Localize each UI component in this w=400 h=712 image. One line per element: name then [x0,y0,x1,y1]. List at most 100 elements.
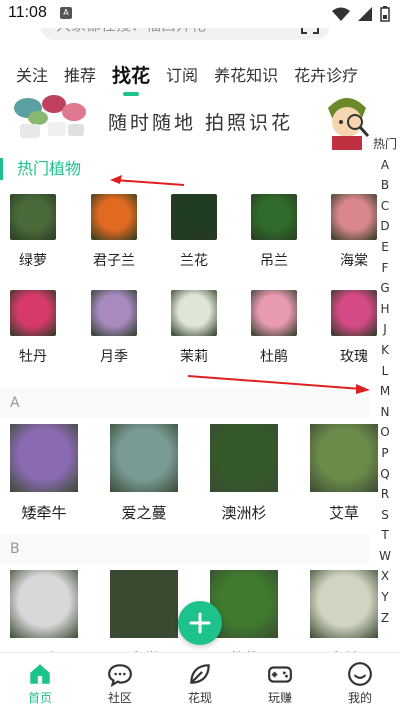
index-letter[interactable]: Q [380,464,389,485]
hot-plants-title: 热门植物 [0,158,81,180]
index-letter[interactable]: D [380,216,389,237]
annotation-arrow-2 [187,375,370,394]
banner-slogan: 随时随地 拍照识花 [108,112,294,134]
plant-item[interactable]: 爱之蔓 [110,424,178,523]
plant-name: 茉莉 [180,349,208,365]
plant-name: 绿萝 [19,253,47,269]
plant-name: 艾草 [328,504,359,522]
index-letter[interactable]: M [380,381,390,402]
gamepad-icon [268,666,292,683]
nav-gamepad[interactable]: 玩赚 [240,653,320,712]
index-letter[interactable]: Z [381,608,389,629]
plant-thumbnail [251,290,297,336]
hot-plant-item[interactable]: 月季 [91,290,137,366]
wifi-icon [332,7,350,21]
plant-name: 杜鹃 [260,349,288,365]
status-bar-top: 11:08 A [0,0,400,28]
hot-plant-item[interactable]: 牡丹 [10,290,56,366]
index-letter[interactable]: W [379,546,391,567]
succulent-illustration [14,95,86,138]
leaf-icon [190,664,210,684]
index-letter[interactable]: O [380,422,389,443]
index-letter[interactable]: F [382,258,389,279]
index-letter[interactable]: S [381,505,389,526]
index-letter[interactable]: Y [381,587,388,608]
plant-name: 矮牵牛 [21,504,67,522]
nav-home[interactable]: 首页 [0,653,80,712]
nav-label: 花现 [187,691,212,705]
tab-0[interactable]: 关注 [16,62,48,86]
nav-leaf[interactable]: 花现 [160,653,240,712]
index-letter[interactable]: H [380,299,389,320]
plant-thumbnail [10,570,78,638]
category-tabs: 关注 推荐 找花 订阅 养花知识 花卉诊疗 [0,58,400,96]
nav-label: 我的 [347,691,372,705]
plant-name: 兰花 [180,253,208,269]
battery-icon [380,6,390,22]
home-icon [30,664,50,684]
index-letter[interactable]: B [381,175,389,196]
plant-thumbnail [110,424,178,492]
status-time: 11:08 [8,4,47,21]
index-letter[interactable]: 热门 [373,134,397,155]
index-letter[interactable]: E [381,237,389,258]
smile-icon [348,662,372,686]
plus-icon [189,612,211,634]
plant-thumbnail [110,570,178,638]
hot-plant-item[interactable]: 兰花 [171,194,217,270]
index-letter[interactable]: P [381,443,388,464]
bottom-nav: 首页 社区 花现 玩赚 我的 [0,652,400,712]
plant-thumbnail [10,424,78,492]
plant-item[interactable]: 澳洲杉 [210,424,278,523]
plant-thumbnail [10,290,56,336]
nav-smile[interactable]: 我的 [320,653,400,712]
sim-icon: A [60,7,72,19]
index-letter[interactable]: K [381,340,389,361]
section-header: B [0,534,370,564]
index-letter[interactable]: G [380,278,389,299]
plant-name: 吊兰 [260,253,288,269]
index-letter[interactable]: R [381,484,389,505]
index-letter[interactable]: A [381,155,389,176]
plant-item[interactable]: 矮牵牛 [10,424,78,523]
add-post-button[interactable] [178,601,222,645]
status-icons [332,6,390,22]
plant-thumbnail [210,424,278,492]
plant-thumbnail [171,290,217,336]
index-letter[interactable]: T [381,525,388,546]
tab-2[interactable]: 找花 [112,61,150,96]
index-letter[interactable]: N [381,402,390,423]
plant-thumbnail [171,194,217,240]
nav-label: 社区 [107,691,132,705]
plant-name: 君子兰 [93,253,135,269]
hot-plant-item[interactable]: 君子兰 [91,194,137,270]
tab-4[interactable]: 养花知识 [214,62,278,86]
mascot-illustration [328,98,370,150]
index-letter[interactable]: J [383,319,387,340]
nav-label: 玩赚 [267,691,292,705]
chat-icon [108,664,132,687]
tab-1[interactable]: 推荐 [64,62,96,86]
plant-name: 爱之蔓 [121,504,167,522]
plant-thumbnail [310,424,378,492]
hot-plant-item[interactable]: 绿萝 [10,194,56,270]
plant-name: 月季 [100,349,128,365]
alphabet-index[interactable]: 热门 A B C D E F G H J K L M N O P Q R S T W X Y Z [370,134,400,628]
hot-plant-item[interactable]: 茉莉 [171,290,217,366]
tab-3[interactable]: 订阅 [166,62,198,86]
plant-item[interactable]: 艾草 [310,424,378,523]
tab-5[interactable]: 花卉诊疗 [294,62,358,86]
banner[interactable]: 随时随地 拍照识花 [0,90,400,150]
plant-thumbnail [91,290,137,336]
hot-plant-item[interactable]: 吊兰 [251,194,297,270]
plant-name: 牡丹 [19,349,47,365]
annotation-arrow-1 [110,175,185,186]
plant-name: 澳洲杉 [221,504,267,522]
index-letter[interactable]: X [381,566,389,587]
hot-plant-item[interactable]: 杜鹃 [251,290,297,366]
nav-chat[interactable]: 社区 [80,653,160,712]
index-letter[interactable]: L [382,361,389,382]
index-letter[interactable]: C [381,196,389,217]
plant-thumbnail [10,194,56,240]
plant-thumbnail [310,570,378,638]
